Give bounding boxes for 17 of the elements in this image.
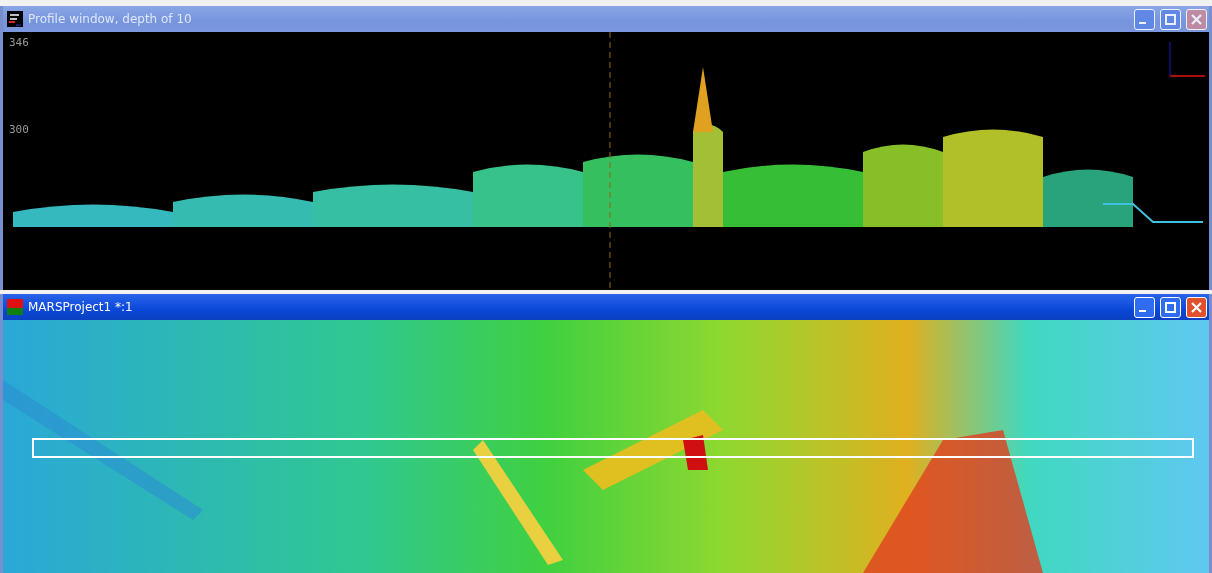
minimize-icon	[1139, 22, 1146, 24]
window-title: MARSProject1 *:1	[28, 300, 134, 314]
axis-label: 346	[9, 36, 29, 49]
maximize-icon	[1165, 301, 1176, 313]
axis-label: 300	[9, 123, 29, 136]
minimize-button[interactable]	[1134, 296, 1155, 318]
window-title: Profile window, depth of 10	[28, 12, 193, 26]
maximize-icon	[1165, 13, 1176, 25]
close-icon	[1191, 13, 1202, 25]
minimize-icon	[1139, 310, 1146, 312]
app-icon[interactable]	[7, 11, 23, 27]
axis-indicator-icon	[1169, 41, 1206, 77]
close-icon	[1191, 301, 1202, 313]
maximize-button[interactable]	[1160, 8, 1181, 30]
close-button[interactable]	[1186, 296, 1207, 318]
minimize-button[interactable]	[1134, 8, 1155, 30]
maximize-button[interactable]	[1160, 296, 1181, 318]
